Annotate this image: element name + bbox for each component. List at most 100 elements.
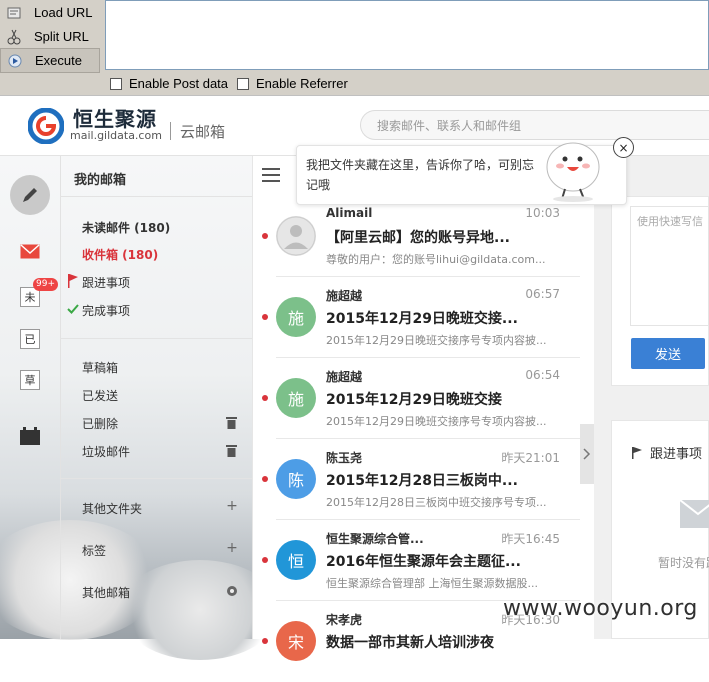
add-tag-icon[interactable]: + [225, 540, 239, 556]
folder-junk[interactable]: 垃圾邮件 [82, 443, 130, 460]
mail-item[interactable]: 恒 恒生聚源综合管... 昨天16:45 2016年恒生聚源年会主题征... 恒… [262, 520, 580, 601]
unread-dot [262, 395, 268, 401]
mail-preview: 2015年12月28日三板岗中班交接序号专项... [326, 496, 547, 509]
mail-preview: 2015年12月29日晚班交接序号专项内容披... [326, 334, 547, 347]
folder-sent[interactable]: 已发送 [82, 387, 118, 404]
mail-preview: 尊敬的用户：您的账号lihui@gildata.com... [326, 253, 546, 266]
execute-button[interactable]: Execute [0, 48, 100, 73]
logo-domain: mail.gildata.com [70, 129, 162, 142]
chevron-right-icon [583, 448, 591, 460]
enable-referrer-label: Enable Referrer [256, 76, 348, 91]
gear-icon[interactable] [226, 585, 238, 597]
mascot-illustration [546, 142, 600, 202]
mail-item[interactable]: Alimail 10:03 【阿里云邮】您的账号异地... 尊敬的用户：您的账号… [262, 196, 580, 277]
flag-icon [632, 446, 642, 459]
avatar: 陈 [276, 459, 316, 499]
split-url-label: Split URL [34, 29, 89, 44]
avatar: 恒 [276, 540, 316, 580]
execute-label: Execute [35, 53, 82, 68]
avatar: 宋 [276, 621, 316, 661]
default-avatar-icon [276, 216, 316, 256]
unread-badge: 99+ [33, 278, 58, 291]
mail-time: 昨天21:01 [501, 451, 560, 465]
mail-preview: 2015年12月29日晚班交接序号专项内容披... [326, 415, 547, 428]
mail-sender: 施超越 [326, 370, 363, 384]
mail-subject: 数据一部市其新人培训涉夜 [326, 635, 494, 651]
avatar: 施 [276, 297, 316, 337]
search-input[interactable]: 搜索邮件、联系人和邮件组 [360, 110, 709, 140]
follow-up-title: 跟进事项 [632, 443, 702, 462]
calendar-button[interactable] [20, 426, 40, 446]
compose-button[interactable] [10, 175, 50, 215]
mail-item[interactable]: 施 施超越 06:57 2015年12月29日晚班交接... 2015年12月2… [262, 277, 580, 358]
mail-sender: 施超越 [326, 289, 363, 303]
logo-divider [170, 122, 171, 140]
empty-state-text: 暂时没有跟进 [658, 556, 709, 570]
product-name: 云邮箱 [180, 123, 226, 141]
folder-panel-title: 我的邮箱 [74, 173, 127, 188]
avatar: 施 [276, 378, 316, 418]
mail-nav-button[interactable] [20, 241, 40, 261]
trash-icon[interactable] [226, 444, 237, 457]
avatar [276, 216, 316, 256]
mail-subject: 2015年12月28日三板岗中... [326, 473, 518, 489]
mail-time: 06:54 [525, 368, 560, 382]
mail-preview: 恒生聚源综合管理部 上海恒生聚源数据股... [326, 577, 538, 590]
quick-reply-input[interactable]: 使用快速写信 [630, 206, 709, 326]
draft-filter-button[interactable]: 草 [20, 370, 40, 390]
watermark-text: www.wooyun.org [503, 596, 698, 621]
close-tip-button[interactable]: × [613, 137, 634, 158]
load-url-label: Load URL [34, 5, 93, 20]
mail-sender: 陈玉尧 [326, 451, 363, 465]
folder-inbox[interactable]: 收件箱 (180) [82, 246, 158, 263]
trash-icon[interactable] [226, 416, 237, 429]
collapse-panel-button[interactable] [580, 424, 594, 484]
folder-drafts[interactable]: 草稿箱 [82, 359, 118, 376]
split-url-button[interactable]: Split URL [0, 24, 100, 49]
mail-subject: 【阿里云邮】您的账号异地... [326, 230, 510, 246]
menu-icon[interactable] [262, 168, 280, 184]
unread-dot [262, 233, 268, 239]
enable-referrer-checkbox[interactable]: Enable Referrer [237, 76, 348, 91]
mail-sender: 宋孝虎 [326, 613, 363, 627]
folder-unread[interactable]: 未读邮件 (180) [82, 219, 170, 236]
folder-other-mail[interactable]: 其他邮箱 [82, 584, 130, 601]
mail-sender: 恒生聚源综合管... [326, 532, 424, 546]
divider [60, 478, 252, 479]
unread-dot [262, 557, 268, 563]
read-filter-button[interactable]: 已 [20, 329, 40, 349]
load-url-button[interactable]: Load URL [0, 0, 100, 25]
mail-subject: 2015年12月29日晚班交接 [326, 392, 502, 408]
url-textarea[interactable] [105, 0, 709, 70]
play-icon [5, 54, 25, 68]
folder-tags[interactable]: 标签 [82, 542, 106, 559]
folder-deleted[interactable]: 已删除 [82, 415, 118, 432]
mail-item[interactable]: 陈 陈玉尧 昨天21:01 2015年12月28日三板岗中... 2015年12… [262, 439, 580, 520]
folder-done[interactable]: 完成事项 [82, 302, 130, 319]
tip-text: 我把文件夹藏在这里，告诉你了哈，可别忘记哦 [306, 158, 535, 192]
envelope-icon [20, 243, 40, 258]
mail-subject: 2016年恒生聚源年会主题征... [326, 554, 521, 570]
pencil-icon [23, 188, 37, 202]
check-icon [67, 304, 79, 314]
logo-title: 恒生聚源 [73, 107, 157, 131]
search-placeholder: 搜索邮件、联系人和邮件组 [377, 118, 522, 133]
load-url-icon [4, 6, 24, 20]
divider [60, 196, 252, 197]
send-button[interactable]: 发送 [631, 338, 705, 369]
checkbox-box[interactable] [237, 77, 249, 90]
mail-time: 10:03 [525, 206, 560, 220]
add-folder-icon[interactable]: + [225, 498, 239, 514]
logo-icon [28, 108, 64, 144]
folder-other-folders[interactable]: 其他文件夹 [82, 500, 142, 517]
unread-dot [262, 476, 268, 482]
mail-time: 06:57 [525, 287, 560, 301]
checkbox-box[interactable] [110, 77, 122, 90]
mail-time: 昨天16:45 [501, 532, 560, 546]
folder-follow[interactable]: 跟进事项 [82, 274, 130, 291]
mail-item[interactable]: 施 施超越 06:54 2015年12月29日晚班交接 2015年12月29日晚… [262, 358, 580, 439]
flag-icon [68, 274, 78, 288]
unread-dot [262, 314, 268, 320]
empty-envelope-icon [680, 500, 709, 528]
enable-post-checkbox[interactable]: Enable Post data [110, 76, 228, 91]
